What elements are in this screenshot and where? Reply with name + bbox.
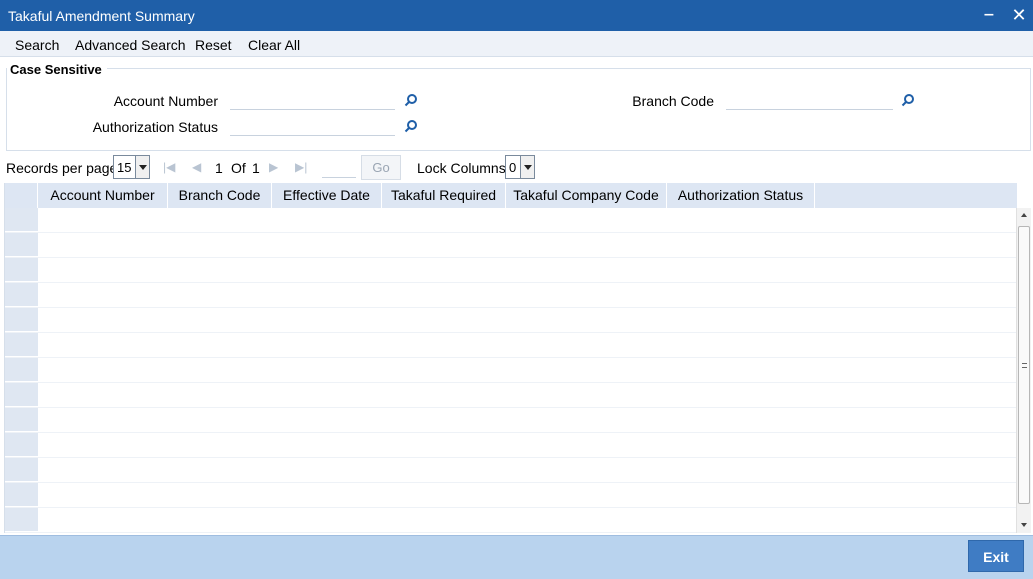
account-number-search-icon[interactable] [404,93,418,107]
column-header-takaful-required[interactable]: Takaful Required [382,183,506,208]
search-button[interactable]: Search [15,37,59,53]
scrollbar-thumb[interactable] [1018,226,1030,504]
row-selector[interactable] [5,308,38,332]
column-header-authorization-status[interactable]: Authorization Status [667,183,815,208]
grid-header: Account Number Branch Code Effective Dat… [5,183,1017,208]
account-number-label: Account Number [113,93,218,109]
records-per-page-select[interactable]: 15 [113,155,150,179]
footer-bar: Exit [0,535,1033,579]
grip-icon [1022,363,1027,368]
previous-page-icon[interactable]: ◀ [192,160,201,174]
table-row[interactable] [5,508,1017,533]
account-number-input[interactable] [230,90,395,110]
grid-scrollbar[interactable] [1016,208,1031,533]
table-row[interactable] [5,333,1017,358]
clear-all-button[interactable]: Clear All [248,37,300,53]
table-row[interactable] [5,433,1017,458]
row-selector[interactable] [5,258,38,282]
goto-page-input[interactable] [322,158,356,178]
current-page: 1 [215,160,223,176]
last-page-icon[interactable]: ▶| [295,160,307,174]
close-icon[interactable]: ✕ [1008,3,1030,27]
window-title: Takaful Amendment Summary [8,8,195,24]
records-per-page-value: 15 [117,160,132,175]
table-row[interactable] [5,383,1017,408]
advanced-search-button[interactable]: Advanced Search [75,37,186,53]
pagination-bar: Records per page 15 |◀ ◀ 1 Of 1 ▶ ▶| Go … [0,153,1033,181]
column-header-account-number[interactable]: Account Number [38,183,168,208]
grid-body [5,208,1017,533]
row-selector[interactable] [5,508,38,532]
row-selector[interactable] [5,383,38,407]
row-selector[interactable] [5,333,38,357]
row-selector[interactable] [5,233,38,257]
table-row[interactable] [5,208,1017,233]
lock-columns-select[interactable]: 0 [505,155,535,179]
go-button[interactable]: Go [361,155,401,180]
scroll-down-icon[interactable] [1021,523,1027,527]
table-row[interactable] [5,233,1017,258]
reset-button[interactable]: Reset [195,37,232,53]
minimize-icon[interactable]: ‒ [978,3,1000,27]
authorization-status-search-icon[interactable] [404,119,418,133]
row-selector[interactable] [5,358,38,382]
results-grid: Account Number Branch Code Effective Dat… [4,183,1017,533]
table-row[interactable] [5,258,1017,283]
title-bar: Takaful Amendment Summary ‒ ✕ [0,0,1033,31]
scroll-up-icon[interactable] [1021,213,1027,217]
row-selector[interactable] [5,483,38,507]
select-all-header[interactable] [5,183,38,208]
records-per-page-label: Records per page [6,160,118,176]
column-header-effective-date[interactable]: Effective Date [272,183,382,208]
row-selector[interactable] [5,433,38,457]
branch-code-input[interactable] [726,90,893,110]
branch-code-label: Branch Code [632,93,714,109]
first-page-icon[interactable]: |◀ [163,160,175,174]
row-selector[interactable] [5,408,38,432]
table-row[interactable] [5,483,1017,508]
authorization-status-input[interactable] [230,116,395,136]
of-label: Of [231,160,246,176]
authorization-status-label: Authorization Status [92,119,218,135]
column-header-takaful-company-code[interactable]: Takaful Company Code [506,183,667,208]
action-toolbar: Search Advanced Search Reset Clear All [0,31,1033,57]
table-row[interactable] [5,358,1017,383]
branch-code-search-icon[interactable] [901,93,915,107]
table-row[interactable] [5,408,1017,433]
row-selector[interactable] [5,283,38,307]
chevron-down-icon[interactable] [520,156,534,178]
next-page-icon[interactable]: ▶ [269,160,278,174]
table-row[interactable] [5,283,1017,308]
table-row[interactable] [5,458,1017,483]
exit-button[interactable]: Exit [968,540,1024,572]
total-pages: 1 [252,160,260,176]
chevron-down-icon[interactable] [135,156,149,178]
table-row[interactable] [5,308,1017,333]
lock-columns-label: Lock Columns [417,160,506,176]
row-selector[interactable] [5,458,38,482]
lock-columns-value: 0 [509,160,517,175]
row-selector[interactable] [5,208,38,232]
case-sensitive-legend: Case Sensitive [10,62,106,77]
column-header-branch-code[interactable]: Branch Code [168,183,272,208]
